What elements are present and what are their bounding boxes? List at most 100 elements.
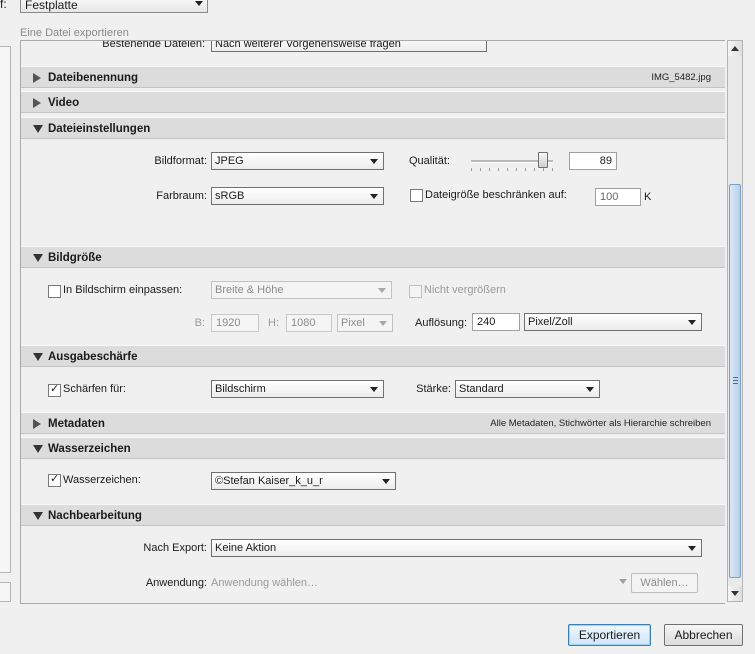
section-header-metadata[interactable]: Metadaten Alle Metadaten, Stichwörter al…: [21, 412, 725, 434]
chevron-down-icon: [382, 479, 390, 484]
section-title: Dateieinstellungen: [48, 123, 151, 135]
preset-panel-edge: [0, 46, 11, 573]
height-label: H:: [268, 317, 279, 329]
no-enlarge-label: Nicht vergrößern: [424, 284, 506, 296]
amount-label: Stärke:: [416, 383, 451, 395]
quality-slider-ticks: [471, 168, 553, 171]
preset-panel-button-edge: [0, 582, 11, 602]
chevron-down-icon[interactable]: [619, 579, 627, 584]
section-title: Metadaten: [48, 418, 105, 430]
export-subtitle: Eine Datei exportieren: [20, 27, 129, 39]
scroll-down-button[interactable]: [728, 586, 742, 601]
section-header-image-size[interactable]: Bildgröße: [21, 246, 725, 268]
size-unit-dropdown[interactable]: Pixel: [337, 314, 393, 332]
quality-label: Qualität:: [409, 155, 450, 167]
width-input[interactable]: 1920: [211, 314, 259, 332]
section-header-sharpening[interactable]: Ausgabeschärfe: [21, 345, 725, 367]
limit-size-label: Dateigröße beschränken auf:: [425, 189, 567, 201]
format-dropdown[interactable]: JPEG: [211, 152, 384, 170]
section-header-video[interactable]: Video: [21, 91, 725, 113]
triangle-down-icon: [33, 445, 43, 453]
sharpen-for-dropdown[interactable]: Bildschirm: [211, 380, 384, 398]
limit-size-unit: K: [644, 191, 652, 203]
section-title: Video: [48, 97, 80, 109]
resolution-label: Auflösung:: [415, 317, 467, 329]
application-label: Anwendung:: [145, 577, 207, 589]
section-title: Dateibenennung: [48, 72, 139, 84]
width-label: B:: [194, 317, 205, 329]
chevron-down-icon: [688, 546, 696, 551]
resolution-input[interactable]: 240: [472, 313, 520, 331]
colorspace-value: sRGB: [215, 190, 245, 202]
chevron-down-icon: [370, 387, 378, 392]
quality-slider-thumb[interactable]: [537, 152, 548, 168]
amount-value: Standard: [459, 383, 504, 395]
filename-preview: IMG_5482.jpg: [651, 72, 711, 83]
after-export-value: Keine Aktion: [215, 542, 277, 554]
checkmark-icon: ✓: [50, 383, 60, 395]
sharpen-label: Schärfen für:: [63, 383, 126, 395]
section-header-naming[interactable]: Dateibenennung IMG_5482.jpg: [21, 66, 725, 88]
triangle-right-icon: [33, 98, 41, 108]
quality-input[interactable]: 89: [569, 152, 617, 170]
existing-files-dropdown[interactable]: Nach weiterer Vorgehensweise fragen: [211, 40, 487, 52]
settings-scrollbar[interactable]: [727, 40, 743, 602]
existing-files-value: Nach weiterer Vorgehensweise fragen: [215, 40, 401, 50]
watermark-value: ©Stefan Kaiser_k_u_r: [215, 475, 323, 487]
height-input[interactable]: 1080: [286, 314, 332, 332]
watermark-checkbox[interactable]: ✓: [48, 473, 61, 487]
application-input[interactable]: Anwendung wählen…: [211, 577, 318, 589]
scrollbar-thumb[interactable]: [729, 184, 741, 578]
cancel-button[interactable]: Abbrechen: [664, 624, 743, 646]
grip-line: [733, 380, 738, 381]
limit-size-checkbox[interactable]: [410, 189, 423, 202]
grip-line: [733, 377, 738, 378]
chevron-down-icon: [370, 159, 378, 164]
section-header-post-processing[interactable]: Nachbearbeitung: [21, 504, 725, 526]
section-title: Wasserzeichen: [48, 443, 131, 455]
metadata-summary: Alle Metadaten, Stichwörter als Hierarch…: [490, 418, 711, 429]
sharpen-checkbox[interactable]: ✓: [48, 383, 61, 397]
section-header-watermark[interactable]: Wasserzeichen: [21, 437, 725, 459]
chevron-down-icon: [379, 321, 387, 326]
chevron-down-icon: [378, 288, 386, 293]
export-to-label: f:: [0, 0, 7, 11]
export-destination-value: Festplatte: [25, 0, 78, 12]
chevron-down-icon: [195, 1, 203, 6]
triangle-right-icon: [33, 73, 41, 83]
choose-application-button[interactable]: Wählen…: [631, 573, 698, 593]
scroll-up-button[interactable]: [728, 41, 742, 56]
watermark-label: Wasserzeichen:: [63, 474, 141, 486]
colorspace-label: Farbraum:: [156, 190, 207, 202]
resolution-unit-dropdown[interactable]: Pixel/Zoll: [524, 313, 702, 331]
arrow-up-icon: [731, 46, 739, 51]
existing-files-label: Bestehende Dateien:: [102, 40, 205, 50]
format-value: JPEG: [215, 155, 244, 167]
after-export-dropdown[interactable]: Keine Aktion: [211, 539, 702, 557]
chevron-down-icon: [370, 194, 378, 199]
section-header-file-settings[interactable]: Dateieinstellungen: [21, 117, 725, 139]
resolution-unit-value: Pixel/Zoll: [528, 316, 573, 328]
export-settings-panel: Bestehende Dateien: Nach weiterer Vorgeh…: [20, 40, 725, 604]
chevron-down-icon: [688, 320, 696, 325]
sharpen-for-value: Bildschirm: [215, 383, 266, 395]
no-enlarge-checkbox[interactable]: [409, 285, 422, 298]
amount-dropdown[interactable]: Standard: [455, 380, 600, 398]
fit-mode-dropdown[interactable]: Breite & Höhe: [211, 281, 392, 299]
fit-screen-checkbox[interactable]: [48, 285, 61, 298]
export-destination-dropdown[interactable]: Festplatte: [20, 0, 208, 13]
format-label: Bildformat:: [154, 155, 207, 167]
section-title: Nachbearbeitung: [48, 510, 142, 522]
arrow-down-icon: [731, 591, 739, 596]
watermark-dropdown[interactable]: ©Stefan Kaiser_k_u_r: [211, 472, 396, 490]
triangle-down-icon: [33, 512, 43, 520]
section-title: Bildgröße: [48, 252, 102, 264]
after-export-label: Nach Export:: [143, 542, 207, 554]
export-button[interactable]: Exportieren: [568, 624, 651, 646]
limit-size-input[interactable]: 100: [595, 188, 641, 206]
fit-screen-label: In Bildschirm einpassen:: [63, 284, 183, 296]
size-unit-value: Pixel: [341, 317, 365, 329]
checkmark-icon: ✓: [50, 473, 60, 485]
colorspace-dropdown[interactable]: sRGB: [211, 187, 384, 205]
grip-line: [733, 383, 738, 384]
